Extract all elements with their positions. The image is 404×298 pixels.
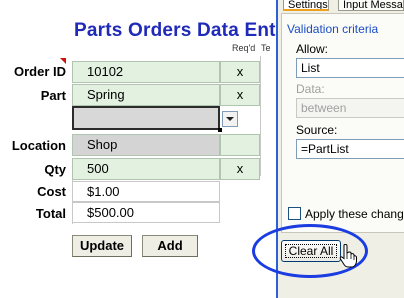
data-select: between [296, 98, 404, 118]
cost-cell: $1.00 [72, 181, 220, 202]
allow-label: Allow: [296, 42, 329, 56]
total-label: Total [35, 206, 66, 221]
add-button[interactable]: Add [142, 235, 198, 257]
hand-pointer-icon [339, 244, 357, 268]
cost-label: Cost [37, 184, 66, 199]
part-cell[interactable]: Spring [72, 84, 220, 106]
qty-required: x [220, 158, 260, 180]
tab-settings[interactable]: Settings [283, 0, 329, 11]
data-label: Data: [296, 82, 325, 96]
qty-cell[interactable]: 500 [72, 158, 220, 180]
location-label: Location [11, 138, 66, 153]
part-required: x [220, 84, 260, 106]
reqd-column-header: Req'd [232, 43, 256, 53]
validation-criteria-group-title: Validation criteria [287, 22, 379, 36]
te-column-header: Te [261, 43, 271, 53]
order-id-required: x [220, 61, 260, 83]
order-id-label: Order ID [13, 64, 66, 79]
source-input[interactable]: =PartList [296, 139, 404, 159]
update-button[interactable]: Update [72, 235, 132, 257]
location-cell[interactable]: Shop [72, 134, 220, 156]
order-id-cell[interactable]: 10102 [72, 61, 220, 83]
part-label: Part [40, 88, 66, 103]
blank-cell [222, 107, 260, 129]
gridline [260, 56, 261, 176]
tab-input-message[interactable]: Input Messa [338, 0, 404, 11]
part-list-combo-cell[interactable] [72, 106, 220, 130]
form-title: Parts Orders Data Entry [74, 20, 295, 41]
source-label: Source: [296, 123, 338, 137]
apply-changes-checkbox[interactable] [288, 207, 301, 220]
location-required [220, 134, 260, 156]
total-cell: $500.00 [72, 202, 220, 223]
allow-select[interactable]: List [296, 58, 404, 78]
qty-label: Qty [44, 162, 66, 177]
apply-changes-label: Apply these changes [305, 207, 404, 221]
